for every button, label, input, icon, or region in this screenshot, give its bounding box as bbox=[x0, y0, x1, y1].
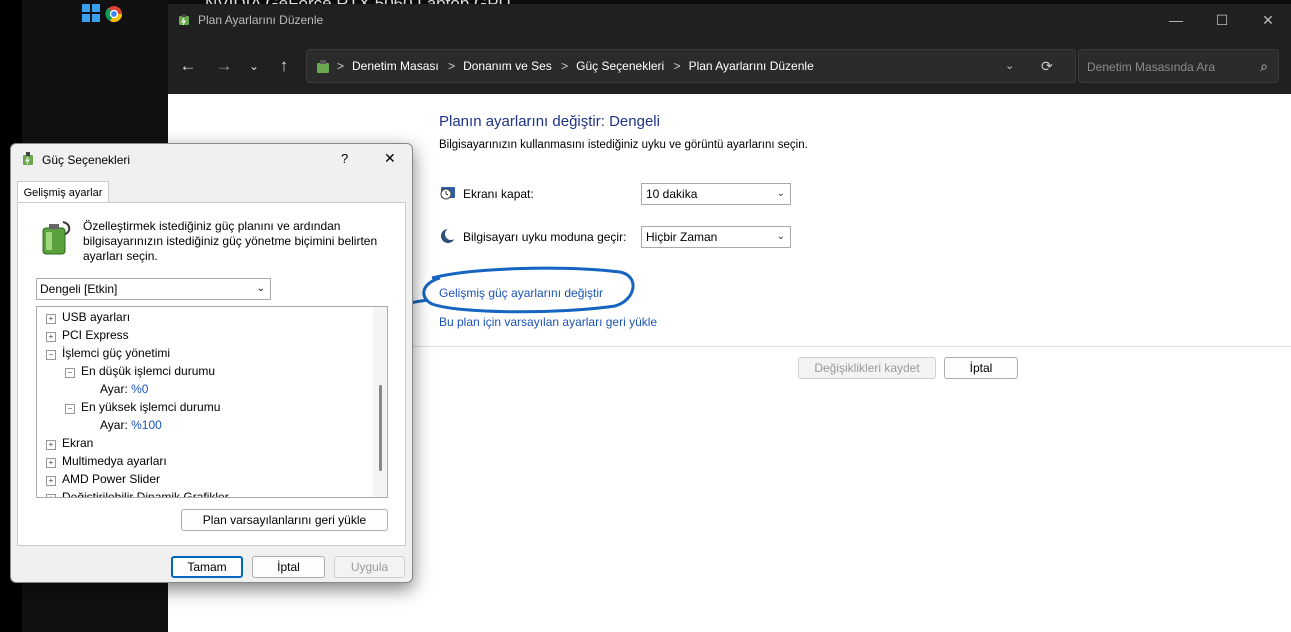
control-panel-icon bbox=[315, 59, 331, 75]
display-off-value: 10 dakika bbox=[646, 187, 698, 201]
navigation-bar: ← → ⌄ ↑ > Denetim Masası > Donanım ve Ses … bbox=[168, 36, 1291, 94]
setting-value[interactable]: %100 bbox=[131, 418, 162, 432]
refresh-icon[interactable]: ⟳ bbox=[1041, 50, 1053, 82]
display-off-select[interactable]: 10 dakika ⌄ bbox=[641, 183, 791, 205]
sleep-select[interactable]: Hiçbir Zaman ⌄ bbox=[641, 226, 791, 248]
tree-item-switchable[interactable]: Değiştirilebilir Dinamik Grafikler bbox=[62, 490, 229, 497]
settings-tree[interactable]: + USB ayarları + PCI Express − İşlemci g… bbox=[36, 306, 388, 498]
cancel-button[interactable]: İptal bbox=[252, 556, 325, 578]
forward-arrow-icon[interactable]: → bbox=[212, 54, 236, 78]
breadcrumb-separator: > bbox=[448, 59, 456, 73]
restore-plan-defaults-button[interactable]: Plan varsayılanlarını geri yükle bbox=[181, 509, 388, 531]
plan-select[interactable]: Dengeli [Etkin] ⌄ bbox=[36, 278, 271, 300]
back-arrow-icon[interactable]: ← bbox=[176, 54, 200, 78]
cancel-button[interactable]: İptal bbox=[944, 357, 1018, 379]
expand-icon[interactable]: + bbox=[46, 494, 56, 497]
save-changes-button[interactable]: Değişiklikleri kaydet bbox=[798, 357, 936, 379]
expand-icon[interactable]: + bbox=[46, 458, 56, 468]
dialog-description: Özelleştirmek istediğiniz güç planını ve… bbox=[83, 219, 378, 263]
moon-icon bbox=[440, 228, 457, 244]
dialog-title: Güç Seçenekleri bbox=[42, 153, 131, 167]
sleep-value: Hiçbir Zaman bbox=[646, 230, 718, 244]
breadcrumb-power-options[interactable]: Güç Seçenekleri bbox=[576, 59, 664, 73]
tree-item-min-setting[interactable]: Ayar: %0 bbox=[100, 382, 148, 396]
search-box[interactable]: Denetim Masasında Ara ⌕ bbox=[1078, 49, 1279, 83]
breadcrumb-control-panel[interactable]: Denetim Masası bbox=[352, 59, 439, 73]
setting-label: Ayar: bbox=[100, 418, 128, 432]
breadcrumb: > Denetim Masası > Donanım ve Ses > Güç Seç… bbox=[337, 50, 820, 82]
expand-icon[interactable]: + bbox=[46, 476, 56, 486]
collapse-icon[interactable]: − bbox=[65, 404, 75, 414]
tree-item-multimedia[interactable]: Multimedya ayarları bbox=[62, 454, 167, 468]
breadcrumb-separator: > bbox=[673, 59, 681, 73]
power-options-icon bbox=[177, 13, 191, 27]
tree-item-max-state[interactable]: En yüksek işlemci durumu bbox=[81, 400, 220, 414]
display-off-label: Ekranı kapat: bbox=[463, 187, 534, 201]
breadcrumb-separator: > bbox=[561, 59, 569, 73]
dialog-close-button[interactable]: ✕ bbox=[384, 150, 396, 167]
chevron-down-icon: ⌄ bbox=[256, 283, 265, 294]
plan-select-value: Dengeli [Etkin] bbox=[40, 282, 118, 296]
setting-value[interactable]: %0 bbox=[131, 382, 148, 396]
breadcrumb-edit-plan[interactable]: Plan Ayarlarını Düzenle bbox=[689, 59, 814, 73]
address-dropdown-icon[interactable]: ⌄ bbox=[1005, 50, 1014, 82]
tree-item-usb[interactable]: USB ayarları bbox=[62, 310, 130, 324]
page-subtitle: Bilgisayarınızın kullanmasını istediğini… bbox=[439, 139, 808, 151]
advanced-settings-link[interactable]: Gelişmiş güç ayarlarını değiştir bbox=[439, 286, 603, 300]
windows-logo-icon[interactable] bbox=[82, 4, 100, 22]
tree-item-display[interactable]: Ekran bbox=[62, 436, 93, 450]
scrollbar[interactable] bbox=[373, 307, 387, 497]
address-bar[interactable]: > Denetim Masası > Donanım ve Ses > Güç Seç… bbox=[306, 49, 1076, 83]
tab-advanced-settings[interactable]: Gelişmiş ayarlar bbox=[17, 181, 109, 204]
search-input[interactable]: Denetim Masasında Ara bbox=[1087, 60, 1215, 74]
chevron-down-icon: ⌄ bbox=[776, 188, 785, 199]
apply-button[interactable]: Uygula bbox=[334, 556, 405, 578]
scrollbar-thumb[interactable] bbox=[379, 385, 382, 471]
restore-defaults-link[interactable]: Bu plan için varsayılan ayarları geri yü… bbox=[439, 315, 657, 329]
up-arrow-icon[interactable]: ↑ bbox=[272, 54, 296, 78]
battery-icon bbox=[37, 220, 73, 256]
maximize-button[interactable]: ☐ bbox=[1199, 4, 1245, 36]
tree-item-min-state[interactable]: En düşük işlemci durumu bbox=[81, 364, 215, 378]
expand-icon[interactable]: + bbox=[46, 332, 56, 342]
power-options-icon bbox=[20, 151, 36, 167]
minimize-button[interactable]: — bbox=[1153, 4, 1199, 36]
sleep-label: Bilgisayarı uyku moduna geçir: bbox=[463, 230, 627, 244]
breadcrumb-separator: > bbox=[337, 59, 345, 73]
ok-button[interactable]: Tamam bbox=[171, 556, 243, 578]
power-options-dialog: Güç Seçenekleri ? ✕ Gelişmiş ayarlar Öze… bbox=[10, 143, 413, 583]
tree-item-cpu[interactable]: İşlemci güç yönetimi bbox=[62, 346, 170, 360]
expand-icon[interactable]: + bbox=[46, 440, 56, 450]
setting-label: Ayar: bbox=[100, 382, 128, 396]
recent-dropdown-icon[interactable]: ⌄ bbox=[242, 54, 266, 78]
tree-item-max-setting[interactable]: Ayar: %100 bbox=[100, 418, 162, 432]
page-title: Planın ayarlarını değiştir: Dengeli bbox=[439, 113, 660, 130]
close-button[interactable]: ✕ bbox=[1245, 4, 1291, 36]
search-icon[interactable]: ⌕ bbox=[1260, 58, 1268, 75]
collapse-icon[interactable]: − bbox=[46, 350, 56, 360]
tree-item-pci[interactable]: PCI Express bbox=[62, 328, 129, 342]
window-title: Plan Ayarlarını Düzenle bbox=[198, 13, 324, 27]
breadcrumb-hardware-sound[interactable]: Donanım ve Ses bbox=[463, 59, 552, 73]
expand-icon[interactable]: + bbox=[46, 314, 56, 324]
divider bbox=[408, 346, 1291, 347]
help-button[interactable]: ? bbox=[341, 151, 348, 166]
chevron-down-icon: ⌄ bbox=[776, 231, 785, 242]
clock-icon bbox=[440, 185, 456, 201]
title-bar: Plan Ayarlarını Düzenle — ☐ ✕ bbox=[168, 4, 1291, 36]
collapse-icon[interactable]: − bbox=[65, 368, 75, 378]
tree-item-amd[interactable]: AMD Power Slider bbox=[62, 472, 160, 486]
chrome-icon[interactable] bbox=[105, 5, 123, 23]
